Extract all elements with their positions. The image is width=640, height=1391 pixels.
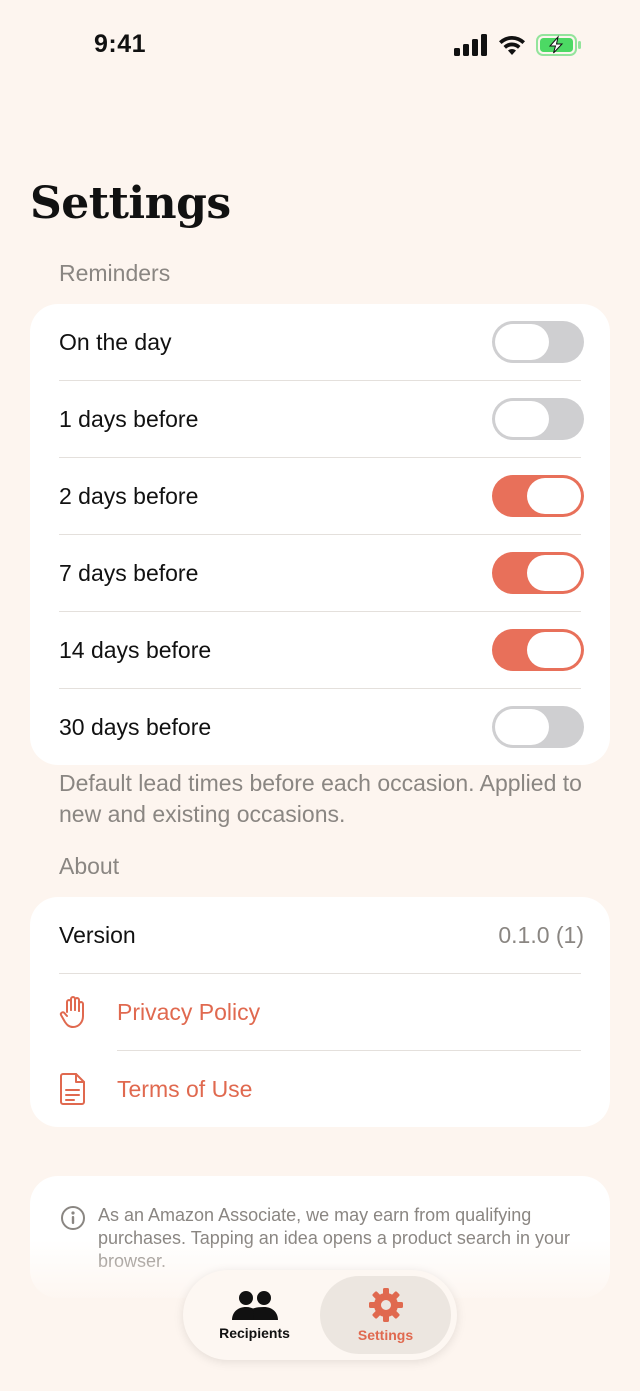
version-value: 0.1.0 (1) (498, 921, 584, 948)
about-section-header: About (59, 853, 120, 879)
reminder-row-on-the-day: On the day (30, 304, 610, 380)
reminder-label: 30 days before (59, 713, 212, 740)
page-title: Settings (30, 178, 231, 229)
reminder-toggle-14-days[interactable] (492, 629, 584, 671)
toggle-knob (527, 555, 581, 591)
reminder-row-1-day: 1 days before (30, 381, 610, 457)
reminders-section-header: Reminders (59, 260, 171, 286)
hand-icon (59, 995, 117, 1029)
gear-icon (368, 1288, 403, 1322)
tab-label: Settings (357, 1327, 414, 1343)
toggle-knob (527, 478, 581, 514)
toggle-knob (495, 324, 549, 360)
about-card: Version 0.1.0 (1) Privacy Policy Terms o… (30, 897, 610, 1127)
document-icon (59, 1072, 117, 1106)
status-bar: 9:41 (0, 0, 640, 94)
wifi-icon (499, 35, 525, 55)
privacy-policy-link[interactable]: Privacy Policy (30, 974, 610, 1050)
toggle-knob (495, 709, 549, 745)
tab-settings[interactable]: Settings (320, 1276, 451, 1354)
reminder-toggle-30-days[interactable] (492, 706, 584, 748)
tab-label: Recipients (219, 1325, 290, 1341)
reminder-row-2-days: 2 days before (30, 458, 610, 534)
reminder-label: 14 days before (59, 636, 212, 663)
reminder-toggle-2-days[interactable] (492, 475, 584, 517)
reminder-label: 7 days before (59, 559, 199, 586)
reminder-label: On the day (59, 328, 172, 355)
reminders-card: On the day 1 days before 2 days before 7… (30, 304, 610, 765)
reminder-label: 2 days before (59, 482, 199, 509)
reminder-row-14-days: 14 days before (30, 612, 610, 688)
reminder-row-30-days: 30 days before (30, 689, 610, 765)
reminder-row-7-days: 7 days before (30, 535, 610, 611)
reminder-label: 1 days before (59, 405, 199, 432)
status-time: 9:41 (94, 30, 147, 58)
battery-charging-icon (536, 34, 581, 56)
reminder-toggle-7-days[interactable] (492, 552, 584, 594)
reminder-toggle-1-day[interactable] (492, 398, 584, 440)
tab-bar: Recipients Settings (183, 1270, 457, 1360)
cellular-signal-icon (454, 34, 487, 56)
privacy-policy-label: Privacy Policy (117, 998, 261, 1025)
toggle-knob (495, 401, 549, 437)
terms-of-use-link[interactable]: Terms of Use (30, 1051, 610, 1127)
version-label: Version (59, 921, 136, 948)
status-icons (454, 34, 582, 56)
people-icon (231, 1291, 278, 1320)
tab-recipients[interactable]: Recipients (189, 1276, 320, 1354)
toggle-knob (527, 632, 581, 668)
reminders-footnote: Default lead times before each occasion.… (59, 770, 582, 827)
version-row: Version 0.1.0 (1) (30, 897, 610, 973)
terms-of-use-label: Terms of Use (117, 1075, 253, 1102)
reminder-toggle-on-the-day[interactable] (492, 321, 584, 363)
info-icon (61, 1206, 85, 1230)
